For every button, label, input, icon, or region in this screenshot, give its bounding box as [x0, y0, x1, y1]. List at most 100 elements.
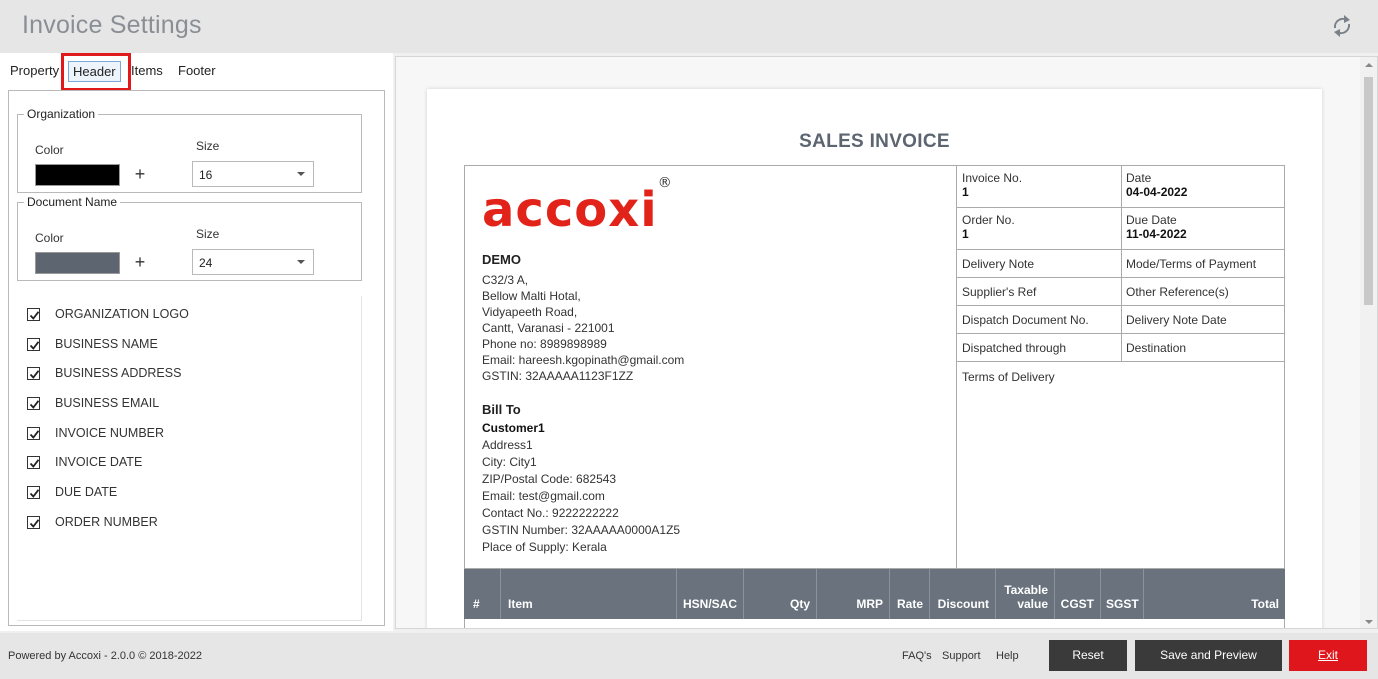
organization-color-label: Color [35, 143, 64, 157]
invoice-no-cell: Invoice No. 1 [957, 166, 1022, 199]
customer-line: Contact No.: 9222222222 [482, 506, 619, 520]
checkbox-box[interactable] [27, 427, 40, 440]
document-name-group: Document Name Color Size + 24 [17, 195, 362, 281]
document-name-color-add-button[interactable]: + [125, 252, 155, 274]
bottom-bar: Powered by Accoxi - 2.0.0 © 2018-2022 FA… [0, 633, 1378, 679]
column-header-item: Item [501, 569, 677, 619]
organization-size-value: 16 [199, 168, 213, 182]
organization-logo: accoxi® [482, 175, 673, 238]
delivery-note-date-cell: Delivery Note Date [1126, 313, 1227, 327]
column-header-total: Total [1144, 569, 1285, 619]
document-name-size-select[interactable]: 24 [192, 249, 314, 275]
checkbox-label: INVOICE NUMBER [55, 426, 165, 440]
invoice-no-label: Invoice No. [962, 171, 1023, 185]
date-label: Date [1126, 171, 1152, 185]
customer-name: Customer1 [482, 421, 545, 435]
document-name-color-label: Color [35, 231, 64, 245]
chevron-down-icon [297, 172, 305, 176]
meta-row: Dispatched through Destination [957, 334, 1285, 362]
column-header-text: Discount [937, 597, 989, 611]
checkbox-box[interactable] [27, 367, 40, 380]
organization-size-label: Size [196, 139, 220, 153]
column-header-text: # [473, 597, 480, 611]
date-value: 04-04-2022 [1126, 185, 1188, 199]
meta-row: Order No. 1 Due Date 11-04-2022 [957, 208, 1285, 250]
column-header-rate: Rate [890, 569, 930, 619]
column-header-text: Total [1251, 597, 1279, 611]
checkbox-label: ORDER NUMBER [55, 515, 158, 529]
column-header-text: SGST [1106, 597, 1139, 611]
checkbox-box[interactable] [27, 456, 40, 469]
document-name-size-label: Size [196, 227, 220, 241]
document-name-color-swatch[interactable] [35, 252, 120, 274]
title-bar: Invoice Settings [0, 0, 1378, 53]
tab-footer[interactable]: Footer [174, 61, 220, 80]
destination-cell: Destination [1126, 341, 1187, 355]
refresh-icon[interactable] [1328, 12, 1356, 40]
save-and-preview-button[interactable]: Save and Preview [1135, 640, 1282, 671]
exit-button[interactable]: Exit [1289, 640, 1367, 671]
checkbox-label: BUSINESS EMAIL [55, 396, 160, 410]
scrollbar-thumb[interactable] [1364, 77, 1373, 305]
meta-row: Delivery Note Mode/Terms of Payment [957, 250, 1285, 278]
address-line: Bellow Malti Hotal, [482, 289, 581, 303]
address-line: C32/3 A, [482, 273, 529, 287]
tab-property[interactable]: Property [6, 61, 63, 80]
header-fields-checklist: ORGANIZATION LOGO BUSINESS NAME BUSINESS… [17, 296, 362, 621]
checkbox-box[interactable] [27, 397, 40, 410]
delivery-note-cell: Delivery Note [962, 257, 1035, 271]
scroll-down-icon[interactable] [1365, 620, 1373, 624]
checkbox-box[interactable] [27, 308, 40, 321]
document-title: SALES INVOICE [799, 131, 950, 152]
bill-to-label: Bill To [482, 402, 521, 417]
column-header-qty: Qty [744, 569, 817, 619]
column-header-mrp: MRP [817, 569, 890, 619]
organization-size-select[interactable]: 16 [192, 161, 314, 187]
vertical-scrollbar[interactable] [1360, 57, 1377, 628]
invoice-preview-pane[interactable]: SALES INVOICE accoxi® DEMO C32/3 A, Bell… [395, 56, 1378, 629]
meta-row: Invoice No. 1 Date 04-04-2022 [957, 166, 1285, 208]
due-date-cell: Due Date 11-04-2022 [1121, 208, 1187, 241]
customer-line: GSTIN Number: 32AAAAA0000A1Z5 [482, 523, 681, 537]
other-ref-cell: Other Reference(s) [1126, 285, 1229, 299]
organization-color-swatch[interactable] [35, 164, 120, 186]
powered-by-text: Powered by Accoxi - 2.0.0 © 2018-2022 [8, 650, 202, 662]
settings-tabs: Property Header Items Footer [0, 53, 393, 91]
scroll-up-icon[interactable] [1365, 63, 1373, 67]
customer-line: Place of Supply: Kerala [482, 540, 607, 554]
invoice-header-frame: accoxi® DEMO C32/3 A, Bellow Malti Hotal… [464, 165, 1285, 569]
invoice-paper: SALES INVOICE accoxi® DEMO C32/3 A, Bell… [427, 89, 1322, 628]
due-date-label: Due Date [1126, 213, 1177, 227]
registered-mark: ® [657, 175, 673, 191]
customer-line: Email: test@gmail.com [482, 489, 605, 503]
terms-of-delivery-cell: Terms of Delivery [962, 370, 1055, 384]
address-line: Email: hareesh.kgopinath@gmail.com [482, 353, 685, 367]
reset-button[interactable]: Reset [1049, 640, 1127, 671]
checkbox-label: INVOICE DATE [55, 455, 143, 469]
window-title: Invoice Settings [22, 11, 202, 39]
organization-color-add-button[interactable]: + [125, 164, 155, 186]
address-line: GSTIN: 32AAAAA1123F1ZZ [482, 369, 634, 383]
customer-line: Address1 [482, 438, 533, 452]
support-link[interactable]: Support [942, 650, 981, 662]
logo-text: accoxi [482, 182, 658, 238]
column-header-text: MRP [856, 597, 883, 611]
checkbox-label: BUSINESS ADDRESS [55, 366, 182, 380]
checkbox-box[interactable] [27, 486, 40, 499]
faq-link[interactable]: FAQ's [902, 650, 932, 662]
due-date-value: 11-04-2022 [1126, 227, 1187, 241]
dispatched-through-cell: Dispatched through [962, 341, 1067, 355]
customer-details: Customer1 Address1 City: City1 ZIP/Posta… [482, 420, 680, 556]
checkbox-box[interactable] [27, 338, 40, 351]
invoice-no-value: 1 [962, 185, 969, 199]
column-header-discount: Discount [930, 569, 996, 619]
chevron-down-icon [297, 260, 305, 264]
tab-items[interactable]: Items [127, 61, 167, 80]
business-name: DEMO [482, 252, 521, 267]
checkbox-box[interactable] [27, 516, 40, 529]
customer-line: ZIP/Postal Code: 682543 [482, 472, 617, 486]
help-link[interactable]: Help [996, 650, 1019, 662]
organization-group: Organization Color Size + 16 [17, 107, 362, 193]
meta-row: Dispatch Document No. Delivery Note Date [957, 306, 1285, 334]
column-header-text: CGST [1060, 597, 1094, 611]
